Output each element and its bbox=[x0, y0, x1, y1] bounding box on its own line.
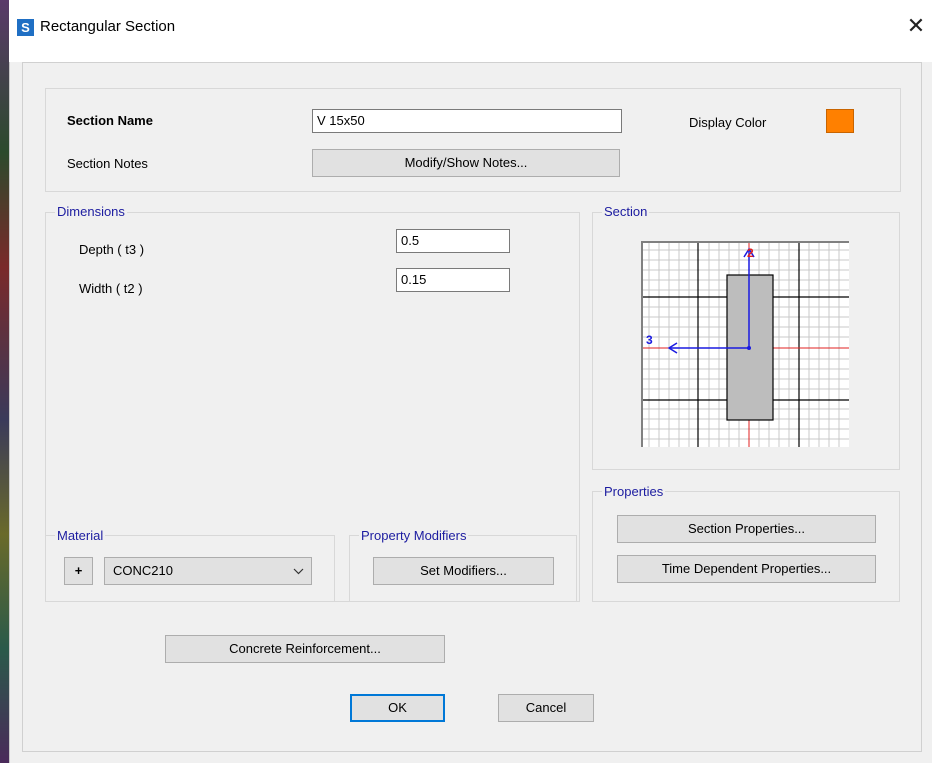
material-select-value: CONC210 bbox=[113, 563, 173, 578]
width-input[interactable]: 0.15 bbox=[396, 268, 510, 292]
add-material-button[interactable]: + bbox=[64, 557, 93, 585]
section-preview-group-label: Section bbox=[602, 204, 650, 219]
set-modifiers-button[interactable]: Set Modifiers... bbox=[373, 557, 554, 585]
time-dependent-properties-button[interactable]: Time Dependent Properties... bbox=[617, 555, 876, 583]
section-preview-canvas bbox=[641, 241, 849, 447]
section-name-input[interactable]: V 15x50 bbox=[312, 109, 622, 133]
depth-label: Depth ( t3 ) bbox=[79, 242, 145, 257]
section-name-label: Section Name bbox=[67, 113, 153, 128]
axis-2-label: 2 bbox=[747, 246, 754, 260]
modify-notes-button[interactable]: Modify/Show Notes... bbox=[312, 149, 620, 177]
cancel-button[interactable]: Cancel bbox=[498, 694, 594, 722]
chevron-down-icon bbox=[293, 568, 304, 575]
background-window-edge bbox=[0, 0, 9, 763]
app-icon: S bbox=[17, 19, 34, 36]
width-label: Width ( t2 ) bbox=[79, 281, 143, 296]
close-icon[interactable]: ✕ bbox=[900, 10, 932, 42]
property-modifiers-group-label: Property Modifiers bbox=[359, 528, 469, 543]
ok-button[interactable]: OK bbox=[350, 694, 445, 722]
axis-3-label: 3 bbox=[646, 333, 653, 347]
material-select[interactable]: CONC210 bbox=[104, 557, 312, 585]
display-color-label: Display Color bbox=[689, 115, 767, 130]
material-group-label: Material bbox=[55, 528, 106, 543]
section-properties-button[interactable]: Section Properties... bbox=[617, 515, 876, 543]
dimensions-group-label: Dimensions bbox=[55, 204, 127, 219]
section-notes-label: Section Notes bbox=[67, 156, 148, 171]
display-color-swatch[interactable] bbox=[826, 109, 854, 133]
properties-group-label: Properties bbox=[602, 484, 666, 499]
concrete-reinforcement-button[interactable]: Concrete Reinforcement... bbox=[165, 635, 445, 663]
properties-group bbox=[592, 491, 900, 602]
depth-input[interactable]: 0.5 bbox=[396, 229, 510, 253]
window-title: Rectangular Section bbox=[40, 18, 176, 35]
